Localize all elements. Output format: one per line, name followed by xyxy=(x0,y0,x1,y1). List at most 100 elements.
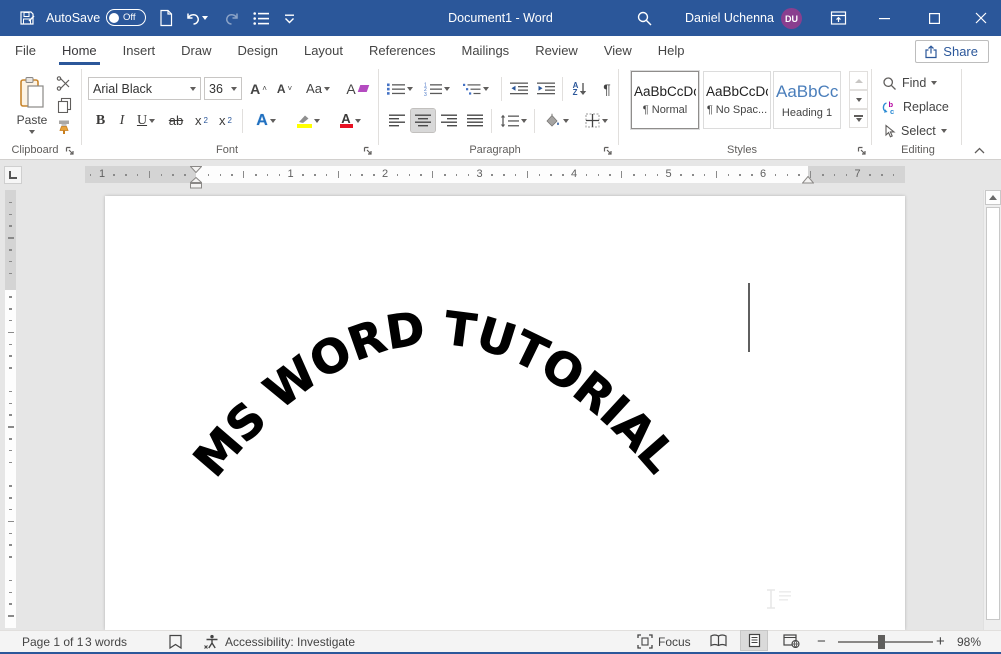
customize-quick-access-button[interactable] xyxy=(282,13,296,25)
numbering-button[interactable]: 123 xyxy=(420,77,453,100)
save-button[interactable] xyxy=(18,9,36,27)
clipboard-dialog-launcher[interactable] xyxy=(64,145,76,157)
proofing-button[interactable] xyxy=(168,631,183,652)
tab-insert[interactable]: Insert xyxy=(123,36,156,65)
italic-button[interactable]: I xyxy=(113,109,131,132)
multilevel-list-button[interactable] xyxy=(458,77,494,100)
share-button[interactable]: Share xyxy=(915,40,989,63)
tab-file[interactable]: File xyxy=(15,36,36,65)
style-heading-1[interactable]: AaBbCc Heading 1 xyxy=(773,71,841,129)
format-painter-button[interactable] xyxy=(52,117,76,137)
page-indicator[interactable]: Page 1 of 1 xyxy=(22,631,83,652)
accessibility-status[interactable]: Accessibility: Investigate xyxy=(203,631,355,652)
borders-button[interactable] xyxy=(578,109,614,132)
zoom-in-button[interactable]: + xyxy=(936,631,945,652)
scrollbar-thumb[interactable] xyxy=(986,207,1000,620)
vertical-scrollbar[interactable] xyxy=(983,190,1001,630)
tab-view[interactable]: View xyxy=(604,36,632,65)
zoom-slider-track[interactable] xyxy=(838,641,933,643)
underline-button[interactable]: U xyxy=(132,109,160,132)
highlight-color-button[interactable] xyxy=(288,109,328,132)
superscript-button[interactable]: x2 xyxy=(214,109,237,132)
align-right-button[interactable] xyxy=(437,109,461,132)
shading-button[interactable] xyxy=(538,109,574,132)
hanging-indent-marker[interactable] xyxy=(190,177,202,189)
focus-button[interactable]: Focus xyxy=(637,631,691,652)
grow-font-button[interactable]: A˄ xyxy=(246,77,271,100)
page[interactable] xyxy=(105,196,905,630)
styles-gallery-more-button[interactable] xyxy=(849,109,868,128)
font-size-select[interactable]: 36 xyxy=(204,77,242,100)
tab-design[interactable]: Design xyxy=(238,36,278,65)
change-case-button[interactable]: Aa xyxy=(301,77,335,100)
align-center-button[interactable] xyxy=(411,109,435,132)
justify-button[interactable] xyxy=(463,109,487,132)
styles-scroll-up-button[interactable] xyxy=(849,71,868,90)
text-effects-button[interactable]: A xyxy=(248,109,284,132)
new-document-button[interactable] xyxy=(157,9,175,27)
maximize-button[interactable] xyxy=(915,0,953,36)
web-layout-button[interactable] xyxy=(778,631,804,650)
print-layout-button[interactable] xyxy=(741,631,767,650)
style-normal[interactable]: AaBbCcDc ¶ Normal xyxy=(631,71,699,129)
tab-references[interactable]: References xyxy=(369,36,435,65)
tab-draw[interactable]: Draw xyxy=(181,36,211,65)
line-spacing-button[interactable] xyxy=(496,109,530,132)
tab-mailings[interactable]: Mailings xyxy=(462,36,510,65)
tab-stop-selector[interactable] xyxy=(4,166,22,184)
scroll-up-button[interactable] xyxy=(985,190,1001,205)
tab-help[interactable]: Help xyxy=(658,36,685,65)
copy-icon xyxy=(57,97,72,113)
decrease-indent-button[interactable] xyxy=(506,77,532,100)
sort-button[interactable]: AZ xyxy=(566,77,594,100)
first-line-indent-marker[interactable] xyxy=(190,166,202,173)
tab-layout[interactable]: Layout xyxy=(304,36,343,65)
align-left-button[interactable] xyxy=(385,109,409,132)
cut-button[interactable] xyxy=(52,73,76,93)
select-button[interactable]: Select xyxy=(882,121,947,141)
tab-home[interactable]: Home xyxy=(62,36,97,65)
styles-scroll-down-button[interactable] xyxy=(849,90,868,109)
bold-button[interactable]: B xyxy=(90,109,111,132)
ruler-tick xyxy=(9,450,12,452)
close-button[interactable] xyxy=(962,0,1000,36)
search-button[interactable] xyxy=(634,9,654,27)
strikethrough-button[interactable]: ab xyxy=(163,109,189,132)
right-indent-marker[interactable] xyxy=(802,176,814,184)
style-no-spacing[interactable]: AaBbCcDc ¶ No Spac... xyxy=(703,71,771,129)
font-color-button[interactable]: A xyxy=(332,109,368,132)
find-button[interactable]: Find xyxy=(882,73,937,93)
minimize-button[interactable] xyxy=(865,0,903,36)
autosave-toggle[interactable]: Off xyxy=(106,9,146,26)
subscript-button[interactable]: x2 xyxy=(190,109,213,132)
replace-button[interactable]: bc Replace xyxy=(882,97,949,117)
show-formatting-button[interactable]: ¶ xyxy=(596,77,618,100)
paste-button[interactable]: Paste xyxy=(10,70,54,140)
quick-access-list-button[interactable] xyxy=(252,10,270,26)
ribbon: Paste Clipboard Arial Black 36 A˄ A˅ xyxy=(0,65,1001,160)
word-count[interactable]: 3 words xyxy=(85,631,127,652)
user-name[interactable]: Daniel Uchenna xyxy=(685,0,774,36)
tab-review[interactable]: Review xyxy=(535,36,578,65)
styles-dialog-launcher[interactable] xyxy=(856,145,868,157)
redo-button[interactable] xyxy=(222,9,240,27)
collapse-ribbon-button[interactable] xyxy=(970,143,988,157)
undo-button[interactable] xyxy=(183,9,209,27)
font-dialog-launcher[interactable] xyxy=(362,145,374,157)
zoom-slider[interactable] xyxy=(838,631,933,652)
zoom-out-button[interactable]: − xyxy=(817,631,826,652)
increase-indent-button[interactable] xyxy=(533,77,559,100)
read-mode-button[interactable] xyxy=(705,631,731,650)
ribbon-display-options-button[interactable] xyxy=(828,9,848,27)
shrink-font-button[interactable]: A˅ xyxy=(272,77,297,100)
multilevel-list-icon xyxy=(463,82,481,96)
ruler-tick xyxy=(314,174,316,176)
avatar[interactable]: DU xyxy=(781,8,802,29)
zoom-level[interactable]: 98% xyxy=(957,631,981,652)
font-name-select[interactable]: Arial Black xyxy=(88,77,201,100)
bullets-button[interactable] xyxy=(385,77,415,100)
copy-button[interactable] xyxy=(52,95,76,115)
zoom-slider-thumb[interactable] xyxy=(878,635,885,649)
paragraph-dialog-launcher[interactable] xyxy=(602,145,614,157)
clear-formatting-button[interactable]: A xyxy=(343,77,371,100)
